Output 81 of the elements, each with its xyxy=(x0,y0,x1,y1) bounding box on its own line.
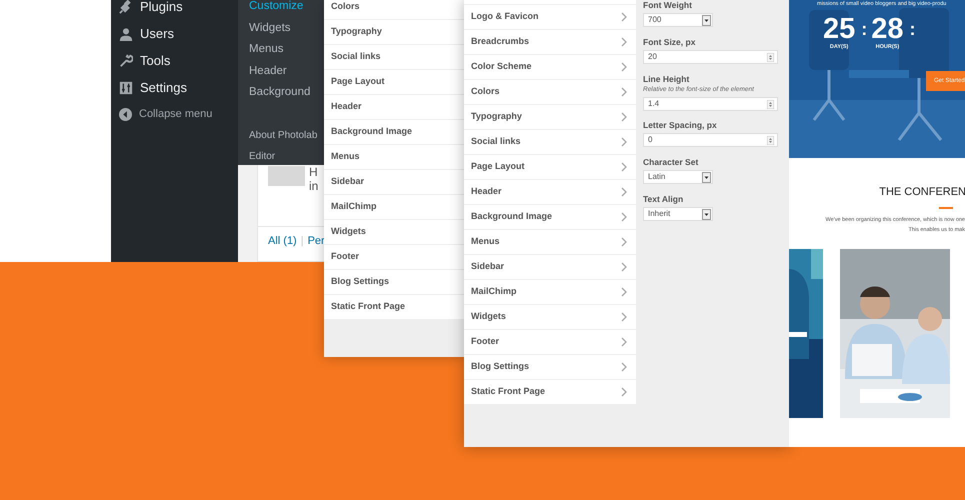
user-icon xyxy=(119,26,133,40)
title-underline xyxy=(939,206,953,208)
customizer-section[interactable]: MailChimp xyxy=(324,195,465,220)
countdown-number: 25 xyxy=(823,14,856,44)
spinner-arrows-icon xyxy=(767,100,774,108)
customizer-section[interactable]: Blog Settings xyxy=(324,270,465,295)
control-label: Letter Spacing, px xyxy=(643,119,718,131)
chevron-right-icon xyxy=(621,162,628,172)
customizer-section[interactable]: Widgets xyxy=(324,220,465,245)
customizer-section[interactable]: Page Layout xyxy=(464,155,636,180)
admin-menu-item[interactable]: Users xyxy=(111,20,238,47)
comment-text: H xyxy=(309,165,318,179)
filter-link[interactable]: All (1) xyxy=(268,233,297,250)
countdown-separator: : xyxy=(861,18,868,41)
customizer-section[interactable]: Background Image xyxy=(464,205,636,230)
select-field[interactable]: 700 xyxy=(643,13,713,27)
customizer-section[interactable]: Header xyxy=(324,95,465,120)
customizer-section[interactable]: Page Layout xyxy=(324,70,465,95)
chevron-right-icon xyxy=(621,237,628,247)
countdown-number: 28 xyxy=(871,14,904,44)
admin-menu-item[interactable]: Settings xyxy=(111,74,238,101)
control-label: Font Size, px xyxy=(643,36,696,48)
chevron-right-icon xyxy=(621,112,628,122)
chevron-right-icon xyxy=(621,387,628,397)
control-label: Character Set xyxy=(643,156,700,168)
customizer-section[interactable]: Widgets xyxy=(464,305,636,330)
control-label: Line Height xyxy=(643,73,690,85)
comment-text: in xyxy=(309,179,318,193)
wrench-icon xyxy=(119,54,133,68)
customizer-section[interactable]: Blog Settings xyxy=(464,355,636,380)
customizer-section[interactable]: Background Image xyxy=(324,120,465,145)
sliders-icon xyxy=(119,80,133,94)
customizer-section[interactable]: Static Front Page xyxy=(464,380,636,405)
customizer-section[interactable]: Menus xyxy=(464,230,636,255)
chevron-right-icon xyxy=(621,287,628,297)
chevron-right-icon xyxy=(621,187,628,197)
chevron-right-icon xyxy=(621,137,628,147)
customizer-section[interactable]: Logo & Favicon xyxy=(464,5,636,30)
customizer-section[interactable]: Breadcrumbs xyxy=(464,30,636,55)
customizer-section[interactable]: Sidebar xyxy=(464,255,636,280)
customizer-section[interactable]: Typography xyxy=(464,105,636,130)
plug-icon xyxy=(119,0,133,14)
chevron-right-icon xyxy=(621,337,628,347)
chevron-right-icon xyxy=(621,12,628,22)
admin-menu-item[interactable]: Tools xyxy=(111,47,238,74)
customizer-section[interactable]: Typography xyxy=(324,20,465,45)
chevron-right-icon xyxy=(621,212,628,222)
customizer-section[interactable]: Static Front Page xyxy=(324,295,465,320)
spinner-arrows-icon xyxy=(767,52,774,62)
chevron-right-icon xyxy=(621,87,628,97)
customizer-section[interactable]: Menus xyxy=(324,145,465,170)
chevron-right-icon xyxy=(621,37,628,47)
filter-link[interactable]: Per xyxy=(308,233,325,250)
customizer-section[interactable]: Colors xyxy=(464,80,636,105)
countdown-separator: : xyxy=(910,18,916,41)
customizer-section[interactable]: Header xyxy=(464,180,636,205)
control-label: Font Weight xyxy=(643,0,693,11)
separator-text: | xyxy=(300,234,304,249)
chevron-right-icon xyxy=(621,62,628,72)
select-field[interactable]: Latin xyxy=(643,170,713,184)
customizer-section[interactable]: Footer xyxy=(464,330,636,355)
avatar xyxy=(268,166,305,186)
admin-menu-item[interactable]: Plugins xyxy=(111,0,238,20)
customizer-section[interactable]: Colors xyxy=(324,0,465,20)
control-label: Text Align xyxy=(643,193,684,205)
section-title: THE CONFEREN xyxy=(879,185,965,200)
customizer-section[interactable]: Footer xyxy=(324,245,465,270)
number-field[interactable]: 0 xyxy=(643,133,778,147)
chevron-right-icon xyxy=(621,362,628,372)
customizer-section[interactable]: Color Scheme xyxy=(464,55,636,80)
customizer-section[interactable]: MailChimp xyxy=(464,280,636,305)
chevron-right-icon xyxy=(621,312,628,322)
select-field[interactable]: Inherit xyxy=(643,207,713,221)
number-field[interactable]: 1.4 xyxy=(643,97,778,111)
number-field[interactable]: 20 xyxy=(643,50,778,64)
collapse-menu-button[interactable]: Collapse menu xyxy=(111,101,238,127)
chevron-right-icon xyxy=(621,262,628,272)
customizer-section[interactable]: Social links xyxy=(324,45,465,70)
customizer-section[interactable]: Social links xyxy=(464,130,636,155)
spinner-arrows-icon xyxy=(767,136,774,144)
customizer-section[interactable]: Sidebar xyxy=(324,170,465,195)
